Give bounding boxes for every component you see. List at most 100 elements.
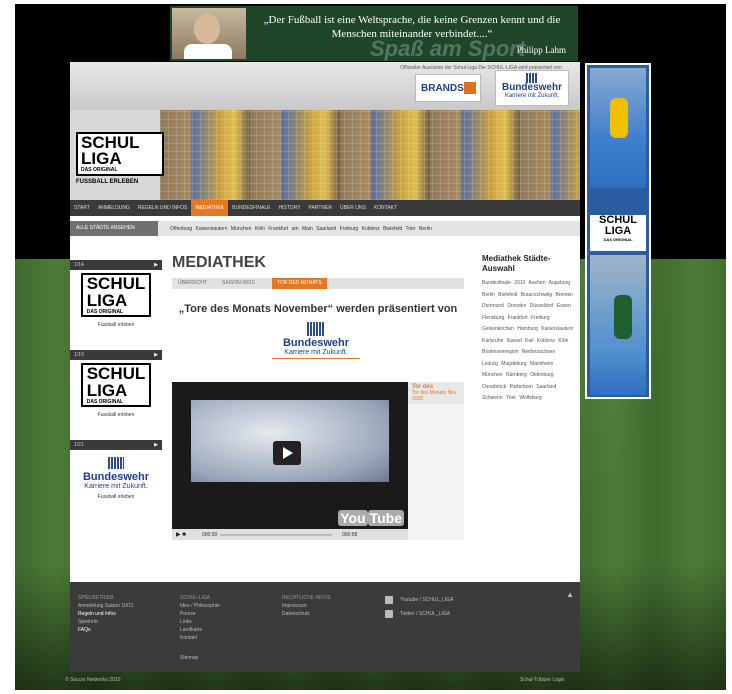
bundeswehr-emblem-icon <box>108 457 124 469</box>
nav-item-start[interactable]: START <box>70 200 94 216</box>
city-selection-title: Mediathek Städte-Auswahl <box>482 254 551 273</box>
footer-link[interactable]: Datenschutz <box>282 610 331 618</box>
sidebar-widget-1[interactable]: 1/14 ▶ SCHUL LIGA DAS ORIGINAL Fussball e… <box>70 260 162 331</box>
bundeswehr-sponsor-logo[interactable]: Bundeswehr Karriere mit Zukunft. <box>272 318 360 359</box>
all-cities-button[interactable]: ALLE STÄDTE ANSEHEN <box>70 221 158 236</box>
quote-banner[interactable]: Spaß am Sport „Der Fußball ist eine Welt… <box>170 6 578 61</box>
footer-link[interactable]: Regeln und Infos <box>78 610 134 618</box>
footer-link[interactable]: Impressum <box>282 602 331 610</box>
footer-link[interactable]: Links <box>180 618 220 626</box>
nav-item-mediathek[interactable]: MEDIATHEK <box>191 200 229 216</box>
footer-link[interactable]: Sitemap <box>180 654 220 662</box>
footer-twitter-link[interactable]: Twitter / SCHUL_LIGA <box>400 610 450 618</box>
logo-line2: LIGA <box>81 149 122 168</box>
right-skyscraper-banner[interactable]: SCHUL LIGA DAS ORIGINAL <box>585 63 651 399</box>
tab-uebersicht[interactable]: ÜBERSICHT <box>178 280 207 286</box>
video-time-total: 000:58 <box>342 532 358 538</box>
footer-link[interactable]: Kontakt <box>180 634 220 642</box>
main-nav: START ANMELDUNG REGELN UND INFOS MEDIATH… <box>70 200 580 216</box>
widget-caption: Fussball erleben <box>97 494 135 500</box>
city-bar: ALLE STÄDTE ANSEHEN Offenburg Kaiserslau… <box>70 221 580 236</box>
footer-col-schul-liga: SCHUL-LIGA Idee / Philosophie Presse Lin… <box>180 594 220 662</box>
player-face <box>194 14 220 44</box>
footer-link[interactable]: Presse <box>180 610 220 618</box>
sidebar-widget-2[interactable]: 1/10 ▶ SCHUL LIGA DAS ORIGINAL Fussball e… <box>70 350 162 421</box>
widget-counter: 1/10 <box>74 352 84 358</box>
brands-logo[interactable]: BRANDS <box>415 74 481 102</box>
player-figure <box>610 98 628 138</box>
footer-heading: SPIELBETRIEB <box>78 595 114 601</box>
tor-item[interactable]: Tor des Tor des Monats Nov 2010 <box>408 382 464 404</box>
widget-counter: 1/14 <box>74 262 84 268</box>
tab-saison[interactable]: SAISON 09/10 <box>222 280 255 286</box>
logo-line2: LIGA <box>604 225 632 237</box>
schul-liga-logo[interactable]: SCHUL LIGA DAS ORIGINAL FUSSBALL ERLEBEN <box>76 132 164 194</box>
header-net-overlay <box>160 110 580 200</box>
video-progress-bar[interactable] <box>220 534 332 536</box>
footer-link[interactable]: Spielorte <box>78 618 134 626</box>
video-player[interactable]: You Tube ▶ ■ 000:00 000:58 <box>172 382 408 540</box>
video-time-current: 000:00 <box>202 532 218 538</box>
city-selection-links[interactable]: Bundesfinale 2010 Aachen Augsburg Berlin… <box>482 278 574 405</box>
widget-bar: 1/21 ▶ <box>70 440 162 450</box>
content-subnav: ÜBERSICHT SAISON 09/10 TOR DES MONATS <box>172 278 464 289</box>
logo-line2: LIGA <box>86 291 128 310</box>
nav-item-kontakt[interactable]: KONTAKT <box>370 200 401 216</box>
content-headline: „Tore des Monats November“ werden präsen… <box>178 303 458 315</box>
city-selection: Mediathek Städte-Auswahl Bundesfinale 20… <box>482 254 574 405</box>
chevron-up-icon[interactable]: ▲ <box>566 590 574 599</box>
nav-item-bundesfinale[interactable]: BUNDESFINALE <box>228 200 274 216</box>
banner-player-image-1 <box>590 68 646 188</box>
footer-link[interactable]: FAQs <box>78 626 134 634</box>
chevron-right-icon[interactable]: ▶ <box>154 260 158 270</box>
footer-link[interactable]: Landkarte <box>180 626 220 634</box>
nav-item-partner[interactable]: PARTNER <box>305 200 336 216</box>
youtube-logo[interactable]: You Tube <box>338 510 404 526</box>
sidebar-widget-3[interactable]: 1/21 ▶ Bundeswehr Karriere mit Zukunft. F… <box>70 440 162 503</box>
brands-icon <box>464 82 476 94</box>
logo-line1: SCHUL <box>86 274 146 293</box>
login-link[interactable]: Schul-Tribüne Login <box>520 677 565 683</box>
nav-item-ueber-uns[interactable]: ÜBER UNS <box>336 200 370 216</box>
logo-subtitle: FUSSBALL ERLEBEN <box>76 179 139 185</box>
widget-counter: 1/21 <box>74 442 84 448</box>
logo-original: DAS ORIGINAL <box>86 309 124 315</box>
schul-liga-logo: SCHUL LIGA DAS ORIGINAL <box>80 363 152 407</box>
footer-youtube-link[interactable]: Youtube / SCHUL_LIGA <box>400 596 453 604</box>
youtube-logo-tube: Tube <box>367 510 404 526</box>
footer-link[interactable]: Anmeldung Saison 10/11 <box>78 602 134 610</box>
nav-item-regeln[interactable]: REGELN UND INFOS <box>134 200 191 216</box>
youtube-icon[interactable] <box>385 596 393 604</box>
city-links[interactable]: Offenburg Kaiserslautern München Köln Fr… <box>170 226 432 232</box>
tor-des-monats-panel: Tor des Tor des Monats Nov 2010 <box>408 382 464 540</box>
play-icon[interactable]: ▶ ■ <box>176 531 186 538</box>
sponsor-name: Bundeswehr <box>282 337 349 349</box>
tor-subtitle: Tor des Monats Nov 2010 <box>412 390 457 402</box>
bundeswehr-header-logo[interactable]: Bundeswehr Karriere mit Zukunft. <box>495 70 569 106</box>
player-shirt <box>184 44 232 59</box>
logo-original: DAS ORIGINAL <box>603 237 633 242</box>
banner-logo: SCHUL LIGA DAS ORIGINAL <box>590 215 646 251</box>
logo-box: SCHUL LIGA DAS ORIGINAL <box>76 132 164 176</box>
play-button[interactable] <box>273 441 301 465</box>
footer-link[interactable]: Idee / Philosophie <box>180 602 220 610</box>
bundeswehr-slogan: Karriere mit Zukunft. <box>84 483 148 490</box>
footer-col-spielbetrieb: SPIELBETRIEB Anmeldung Saison 10/11 Rege… <box>78 594 134 634</box>
quote-author: Philipp Lahm <box>516 45 566 55</box>
widget-bar: 1/14 ▶ <box>70 260 162 270</box>
logo-original: DAS ORIGINAL <box>86 399 124 405</box>
chevron-right-icon[interactable]: ▶ <box>154 440 158 450</box>
nav-item-history[interactable]: HISTORY <box>275 200 305 216</box>
nav-item-anmeldung[interactable]: ANMELDUNG <box>94 200 134 216</box>
twitter-icon[interactable] <box>385 610 393 618</box>
video-controls: ▶ ■ 000:00 000:58 <box>172 529 408 540</box>
copyright-text: © Soccer Networks 2010 <box>65 677 121 683</box>
footer-heading: RECHTLICHE INFOS <box>282 595 331 601</box>
widget-body: SCHUL LIGA DAS ORIGINAL Fussball erleben <box>70 360 162 421</box>
tab-tor-des-monats[interactable]: TOR DES MONATS <box>272 278 327 289</box>
bundeswehr-slogan: Karriere mit Zukunft. <box>504 93 560 99</box>
widget-caption: Fussball erleben <box>97 322 135 328</box>
chevron-right-icon[interactable]: ▶ <box>154 350 158 360</box>
brands-label: BRANDS <box>421 83 464 94</box>
logo-line2: LIGA <box>86 381 128 400</box>
